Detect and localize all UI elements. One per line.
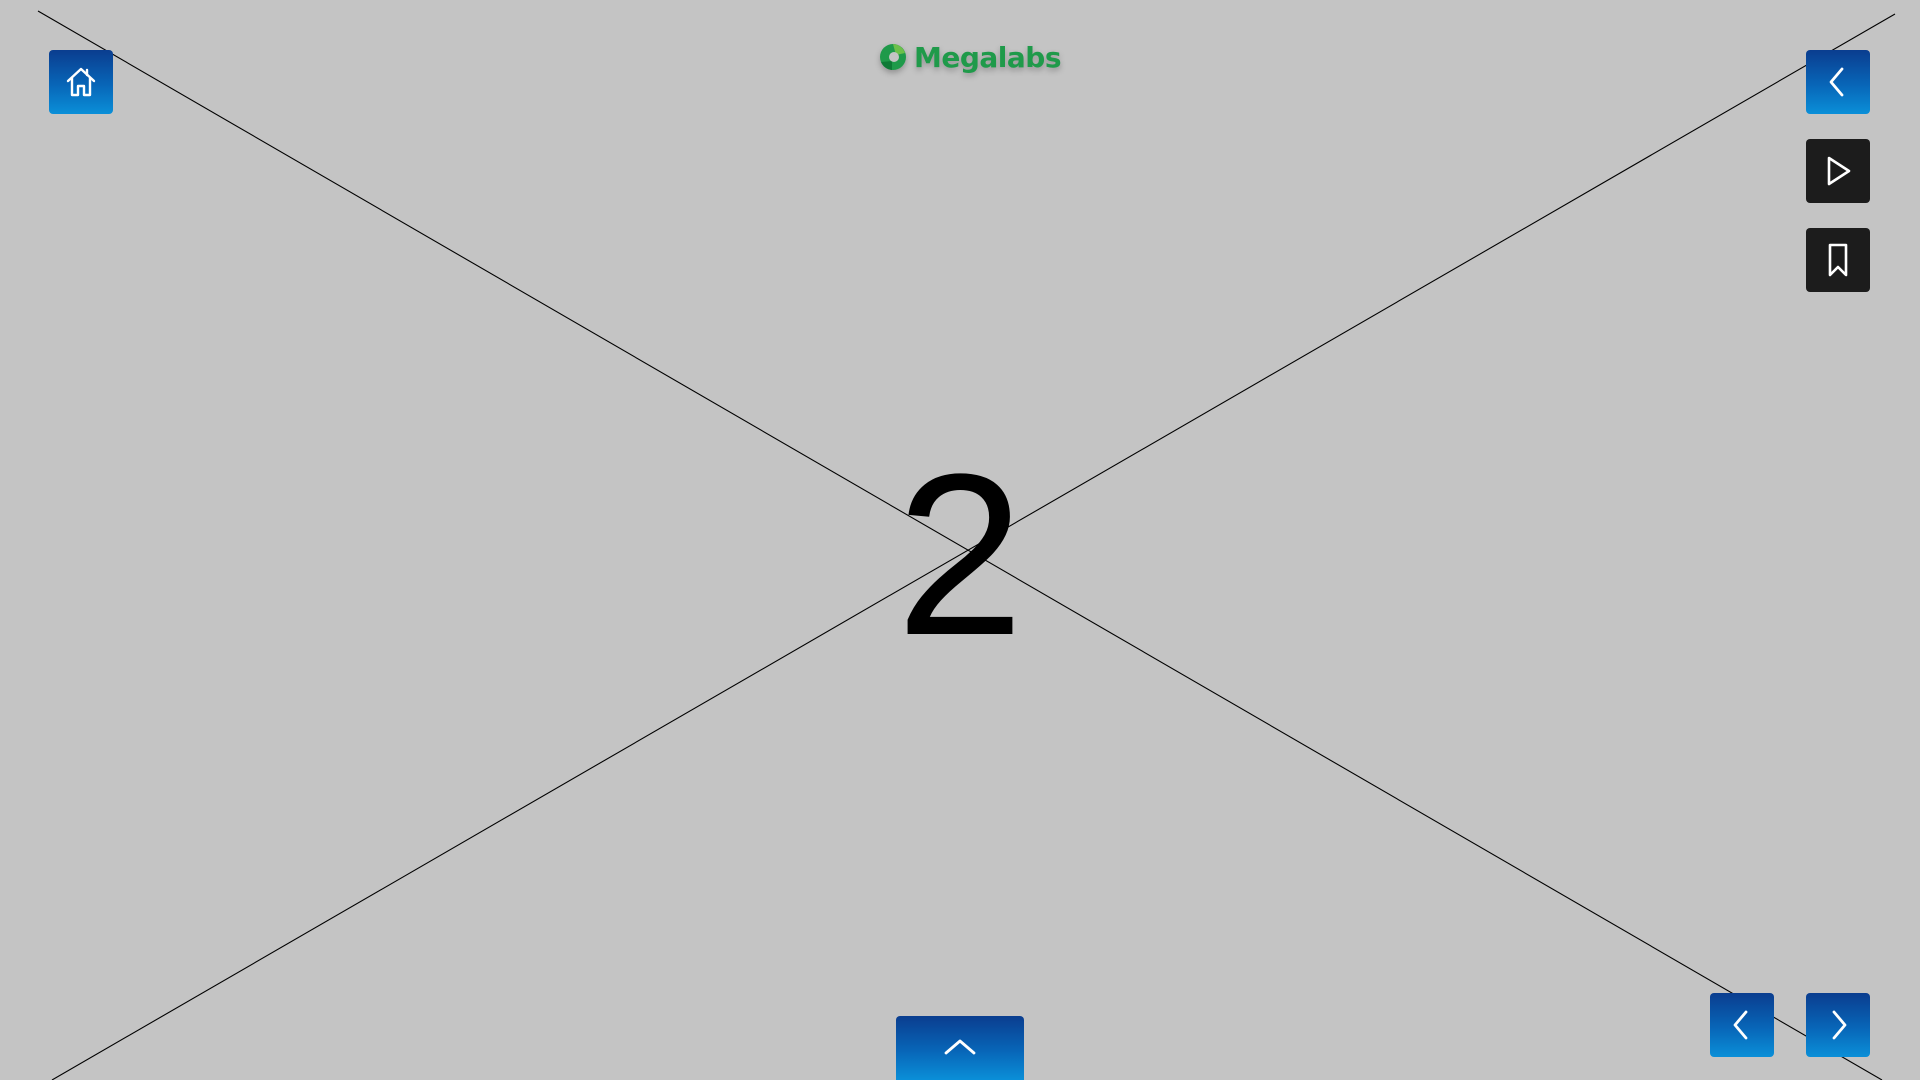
bookmark-button[interactable] xyxy=(1806,228,1870,292)
brand-logo: Megalabs xyxy=(878,38,1062,76)
back-button[interactable] xyxy=(1806,50,1870,114)
chevron-left-icon xyxy=(1733,1010,1748,1040)
chevron-right-icon xyxy=(1832,1010,1847,1040)
play-button[interactable] xyxy=(1806,139,1870,203)
next-slide-button[interactable] xyxy=(1806,993,1870,1057)
home-button[interactable] xyxy=(49,50,113,114)
open-menu-button[interactable] xyxy=(896,1016,1024,1080)
play-icon xyxy=(1827,156,1851,186)
home-icon xyxy=(66,67,96,97)
chevron-up-icon xyxy=(944,1039,976,1055)
slide-stage: Megalabs 2 xyxy=(0,0,1920,1080)
slide-number: 2 xyxy=(896,426,1024,683)
megalabs-logo-icon xyxy=(880,44,906,70)
previous-slide-button[interactable] xyxy=(1710,993,1774,1057)
brand-name: Megalabs xyxy=(914,40,1062,74)
bookmark-icon xyxy=(1828,243,1848,277)
chevron-left-icon xyxy=(1829,67,1844,97)
